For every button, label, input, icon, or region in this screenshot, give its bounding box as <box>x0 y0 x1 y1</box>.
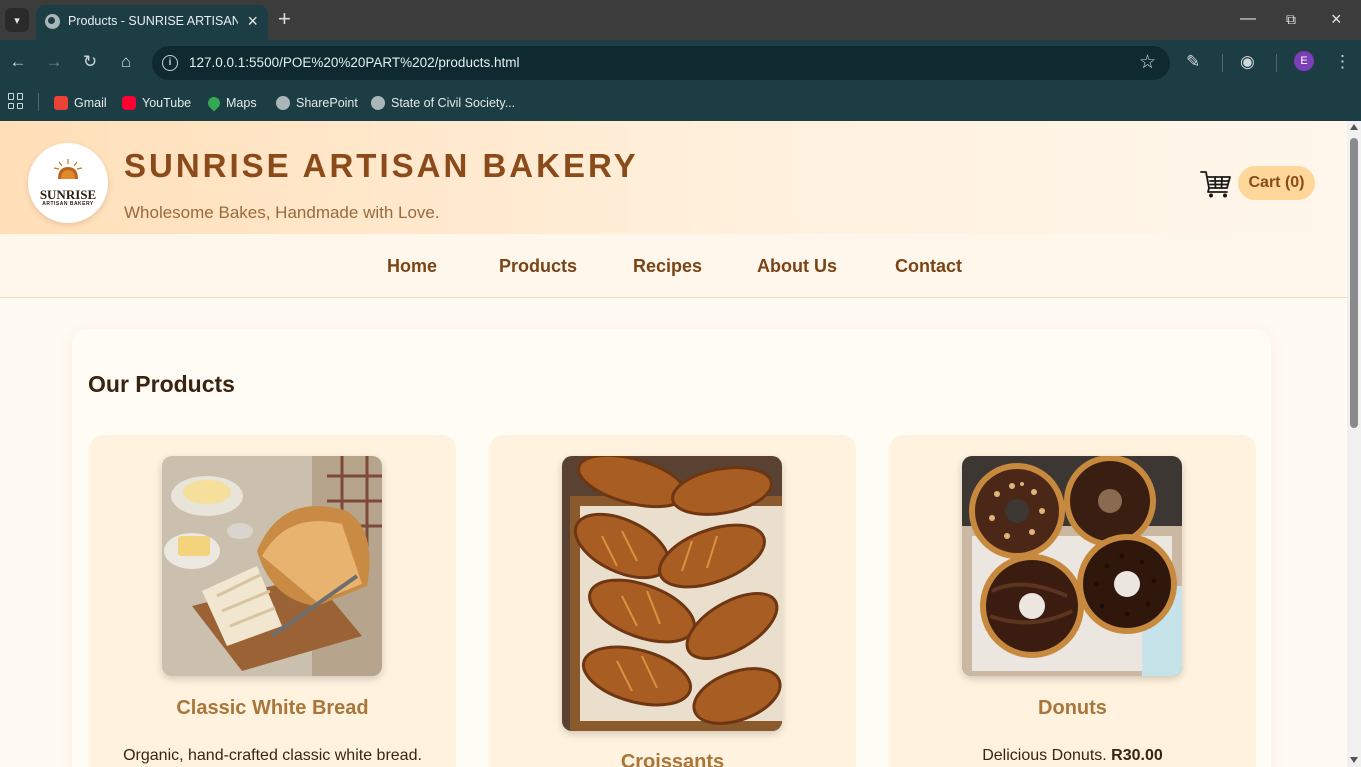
site-header: SUNRISE ARTISAN BAKERY SUNRISE ARTISAN B… <box>0 121 1347 234</box>
site-title: SUNRISE ARTISAN BAKERY <box>124 147 639 184</box>
product-description: Organic, hand-crafted classic white brea… <box>123 747 422 764</box>
nav-contact[interactable]: Contact <box>895 256 962 277</box>
nav-home[interactable]: Home <box>387 256 437 277</box>
section-heading: Our Products <box>88 371 235 397</box>
donuts-image <box>962 456 1182 676</box>
sunrise-logo-icon <box>53 159 83 179</box>
globe-icon <box>45 14 60 29</box>
white-bread-image <box>162 456 382 676</box>
tab-search-button[interactable]: ▾ <box>5 8 29 32</box>
main-navigation: Home Products Recipes About Us Contact <box>0 234 1347 298</box>
product-description: Delicious Donuts. R30.00 <box>982 747 1163 764</box>
scroll-down-arrow-icon[interactable] <box>1350 757 1358 763</box>
new-tab-button[interactable]: + <box>278 8 291 30</box>
back-arrow-icon[interactable]: ← <box>6 50 30 74</box>
bookmarks-bar: Gmail YouTube Maps SharePoint State of C… <box>0 85 1361 121</box>
bookmark-label: Gmail <box>74 96 107 110</box>
scrollbar-thumb[interactable] <box>1350 138 1358 428</box>
forward-arrow-icon[interactable]: → <box>42 50 66 74</box>
bookmark-gmail[interactable]: Gmail <box>54 92 107 114</box>
site-info-icon[interactable]: i <box>162 55 178 71</box>
product-name: Classic White Bread <box>176 697 369 719</box>
page-scrollbar[interactable] <box>1347 121 1361 767</box>
bookmark-state-of-civil-society[interactable]: State of Civil Society... <box>371 92 515 114</box>
bookmark-label: State of Civil Society... <box>391 96 516 110</box>
toolbar-divider <box>1276 54 1277 72</box>
browser-tab-strip: ▾ Products - SUNRISE ARTISAN BAKERY × + … <box>0 0 1361 40</box>
toolbar-divider <box>1222 54 1223 72</box>
bookmark-sharepoint[interactable]: SharePoint <box>276 92 358 114</box>
bookmark-youtube[interactable]: YouTube <box>122 92 191 114</box>
croissants-image <box>562 456 782 731</box>
bookmark-maps[interactable]: Maps <box>205 92 257 114</box>
browser-tab-active[interactable]: Products - SUNRISE ARTISAN BAKERY × <box>36 5 268 40</box>
close-window-icon[interactable]: × <box>1331 8 1342 30</box>
products-section: Our Products Classic White Bread Organic… <box>72 329 1271 767</box>
product-price: R30.00 <box>1111 747 1163 764</box>
tab-title: Products - SUNRISE ARTISAN BAKERY <box>68 14 238 28</box>
browser-toolbar: ← → ↻ ⌂ i 127.0.0.1:5500/POE%20%20PART%2… <box>0 40 1361 85</box>
cart-button[interactable]: Cart (0) <box>1238 166 1315 200</box>
nav-about-us[interactable]: About Us <box>757 256 837 277</box>
reload-icon[interactable]: ↻ <box>78 50 102 74</box>
bookmark-label: Maps <box>226 96 257 110</box>
apps-grid-icon[interactable] <box>8 93 24 109</box>
product-name: Donuts <box>1038 697 1107 719</box>
bakery-logo[interactable]: SUNRISE ARTISAN BAKERY <box>28 143 108 223</box>
scroll-up-arrow-icon[interactable] <box>1350 124 1358 130</box>
maps-icon <box>205 94 223 112</box>
address-bar[interactable]: i 127.0.0.1:5500/POE%20%20PART%202/produ… <box>152 46 1170 80</box>
bookmark-star-icon[interactable]: ☆ <box>1139 51 1156 74</box>
site-tagline: Wholesome Bakes, Handmade with Love. <box>124 203 440 222</box>
globe-icon <box>276 96 290 110</box>
nav-recipes[interactable]: Recipes <box>633 256 702 277</box>
product-card-white-bread[interactable]: Classic White Bread Organic, hand-crafte… <box>89 435 456 767</box>
home-icon[interactable]: ⌂ <box>114 50 138 74</box>
product-card-donuts[interactable]: Donuts Delicious Donuts. R30.00 <box>889 435 1256 767</box>
url-text[interactable]: 127.0.0.1:5500/POE%20%20PART%202/product… <box>189 55 519 70</box>
youtube-icon <box>122 96 136 110</box>
gmail-icon <box>54 96 68 110</box>
nav-products[interactable]: Products <box>499 256 577 277</box>
restore-icon[interactable]: ⧉ <box>1286 8 1296 30</box>
close-tab-icon[interactable]: × <box>247 11 258 31</box>
bookmark-label: YouTube <box>142 96 192 110</box>
bookmark-label: SharePoint <box>296 96 358 110</box>
extensions-icon[interactable]: ✎ <box>1186 50 1200 74</box>
minimize-icon[interactable]: — <box>1240 8 1256 30</box>
more-menu-icon[interactable]: ⋮ <box>1334 50 1351 74</box>
incognito-icon[interactable]: ◉ <box>1240 50 1255 74</box>
shopping-cart-icon[interactable] <box>1200 169 1232 199</box>
product-card-croissants[interactable]: Croissants <box>489 435 856 767</box>
profile-avatar[interactable]: E <box>1294 51 1314 71</box>
bookmarks-divider <box>38 93 39 111</box>
product-name: Croissants <box>620 751 725 767</box>
globe-icon <box>371 96 385 110</box>
web-page: SUNRISE ARTISAN BAKERY SUNRISE ARTISAN B… <box>0 121 1347 767</box>
logo-subtitle: ARTISAN BAKERY <box>42 201 94 207</box>
